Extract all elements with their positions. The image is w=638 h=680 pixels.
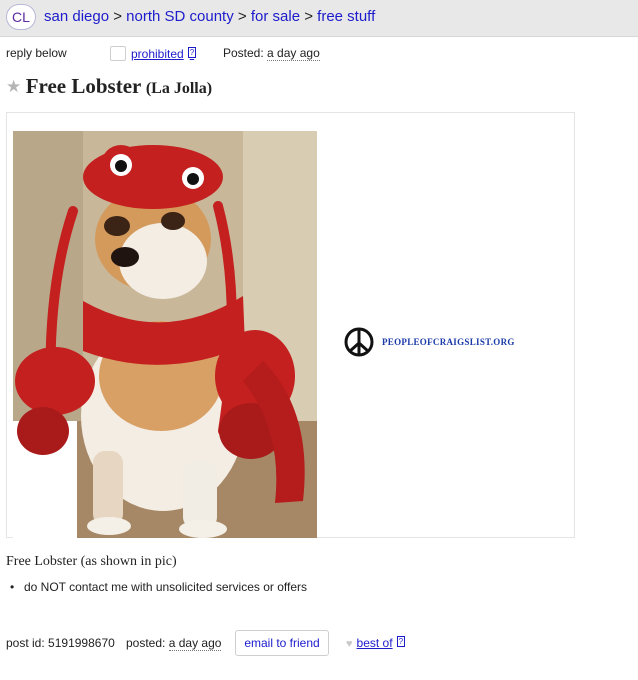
dog-lobster-costume-photo[interactable]: [13, 131, 317, 538]
footer-posted-date: posted: a day ago: [126, 636, 222, 651]
flag-checkbox[interactable]: [110, 46, 126, 61]
post-id-value: 5191998670: [48, 636, 115, 650]
footer-posted-label: posted:: [126, 636, 166, 650]
post-id-label: post id:: [6, 636, 45, 650]
breadcrumb-free-stuff[interactable]: free stuff: [317, 8, 375, 25]
posting-location: (La Jolla): [145, 80, 213, 97]
posted-date: Posted: a day ago: [223, 46, 320, 61]
craigslist-logo[interactable]: CL: [6, 4, 36, 30]
best-of-label: best of: [356, 636, 393, 650]
breadcrumb-north-sd-county[interactable]: north SD county: [126, 8, 234, 25]
notice-list-item: • do NOT contact me with unsolicited serv…: [10, 580, 307, 594]
breadcrumb-separator: >: [113, 8, 122, 25]
email-to-friend-button[interactable]: email to friend: [235, 630, 329, 656]
posting-title: ★ Free Lobster (La Jolla): [6, 74, 212, 99]
footer-posted-time: a day ago: [168, 636, 222, 651]
posting-title-text: Free Lobster: [25, 74, 142, 98]
favorite-star-icon[interactable]: ★: [6, 77, 21, 96]
peace-sign-icon: [344, 327, 374, 357]
breadcrumb-separator: >: [237, 8, 247, 25]
breadcrumb-san-diego[interactable]: san diego: [44, 8, 109, 25]
heart-icon: ♥: [346, 638, 353, 650]
breadcrumb-separator: >: [304, 8, 313, 25]
posting-body: Free Lobster (as shown in pic): [6, 554, 177, 569]
posted-time: a day ago: [267, 46, 320, 61]
notice-text: do NOT contact me with unsolicited servi…: [24, 580, 308, 594]
breadcrumb-for-sale[interactable]: for sale: [251, 8, 300, 25]
prohibited-link[interactable]: prohibited?: [131, 47, 197, 61]
breadcrumb: san diego > north SD county > for sale >…: [44, 8, 375, 25]
image-container: PEOPLEOFCRAIGSLIST.ORG: [6, 112, 575, 538]
reply-below-link[interactable]: reply below: [6, 46, 67, 60]
posted-label: Posted:: [223, 46, 264, 60]
prohibited-label: prohibited: [131, 47, 184, 61]
bullet-icon: •: [10, 580, 15, 594]
help-icon[interactable]: ?: [396, 636, 406, 647]
watermark-text: PEOPLEOFCRAIGSLIST.ORG: [382, 337, 515, 347]
top-bar: CL san diego > north SD county > for sal…: [0, 0, 638, 37]
post-id: post id: 5191998670: [6, 636, 115, 650]
help-icon[interactable]: ?: [187, 47, 197, 58]
best-of-link[interactable]: ♥ best of?: [346, 636, 406, 650]
